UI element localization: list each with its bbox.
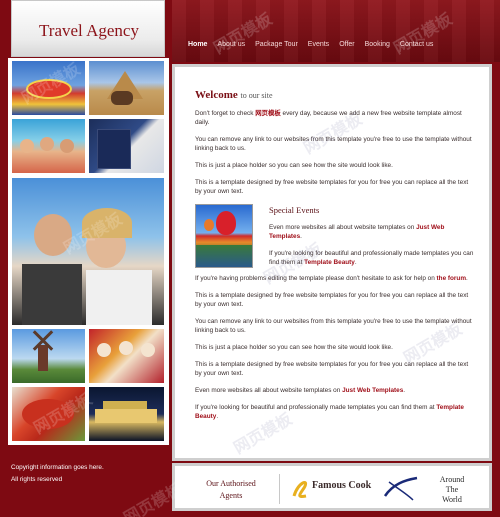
special-events-title: Special Events	[269, 205, 320, 215]
paragraph: This is just a place holder so you can s…	[195, 162, 393, 169]
around-the-world-label[interactable]: Around The World	[423, 475, 481, 505]
agents-title-line1: Our Authorised	[206, 479, 256, 488]
paragraph-text: .	[354, 259, 357, 266]
atw-line3: World	[442, 495, 462, 504]
rights-text: All rights reserved	[11, 476, 63, 483]
main-content-panel: Welcome to our site Don't forget to chec…	[172, 64, 492, 461]
photo-gallery	[8, 58, 169, 445]
paragraph: This is a template designed by free webs…	[195, 361, 469, 377]
welcome-heading: Welcome to our site	[195, 89, 475, 101]
egypt-camel-photo	[89, 61, 164, 115]
paragraph: Even more websites all about website tem…	[195, 386, 475, 395]
forum-link[interactable]: the forum	[437, 275, 466, 282]
paragraph: Don't forget to check 网页模板 every day, be…	[195, 109, 475, 127]
beach-friends-photo	[12, 119, 85, 173]
divider	[279, 474, 280, 504]
logo-box[interactable]: Travel Agency	[11, 0, 165, 57]
hot-air-balloon-photo	[195, 204, 253, 268]
paragraph-text: Even more websites all about website tem…	[269, 224, 417, 231]
paragraph: Even more websites all about website tem…	[269, 223, 475, 241]
left-column: Travel Agency Copyright information goes…	[0, 0, 172, 517]
windmill-photo	[12, 329, 85, 383]
nav-offer[interactable]: Offer	[339, 41, 354, 53]
paragraph-text: .	[300, 233, 302, 240]
dolls-photo	[89, 329, 164, 383]
atw-line2: The	[445, 485, 459, 494]
nav-events[interactable]: Events	[308, 41, 329, 53]
passport-photo	[89, 119, 164, 173]
paragraph: If you're having problems editing the te…	[195, 274, 475, 283]
footer: Copyright information goes here. All rig…	[11, 462, 104, 486]
las-vegas-photo	[12, 61, 85, 115]
paragraph: You can remove any link to our websites …	[195, 318, 472, 334]
around-the-world-logo-icon[interactable]	[383, 474, 419, 504]
paragraph-text: Even more websites all about website tem…	[195, 387, 343, 394]
atw-line1: Around	[439, 475, 465, 484]
paragraph-text: .	[216, 413, 219, 420]
paragraph-text: .	[403, 387, 406, 394]
nav-home[interactable]: Home	[188, 41, 207, 53]
couple-travel-photo	[12, 178, 164, 325]
agents-title: Our Authorised Agents	[201, 478, 261, 502]
paragraph: This is just a place holder so you can s…	[195, 344, 393, 351]
content-body: Welcome to our site Don't forget to chec…	[195, 89, 475, 429]
just-web-templates-link[interactable]: Just Web Templates	[342, 387, 403, 394]
template-beauty-link[interactable]: Template Beauty	[304, 259, 355, 266]
welcome-title-small: to our site	[240, 91, 273, 100]
paragraph-text: If you're having problems editing the te…	[195, 275, 437, 282]
agents-title-line2: Agents	[219, 491, 243, 500]
welcome-title-big: Welcome	[195, 89, 238, 101]
lobster-dish-photo	[12, 387, 85, 441]
nav-contact-us[interactable]: Contact us	[400, 41, 433, 53]
authorised-agents-bar: Our Authorised Agents Famous Cook Around…	[172, 463, 492, 511]
paragraph: If you're looking for beautiful and prof…	[269, 249, 475, 267]
paragraph-text: If you're looking for beautiful and prof…	[195, 404, 437, 411]
templates-link[interactable]: 网页模板	[255, 110, 281, 117]
site-logo-text[interactable]: Travel Agency	[12, 21, 166, 41]
copyright-text: Copyright information goes here.	[11, 464, 104, 471]
paragraph: This is a template designed by free webs…	[195, 292, 469, 308]
famous-cook-label[interactable]: Famous Cook	[312, 480, 371, 491]
nav-package-tour[interactable]: Package Tour	[255, 41, 298, 53]
nav-booking[interactable]: Booking	[365, 41, 390, 53]
paragraph-text: If you're looking for beautiful and prof…	[269, 250, 474, 266]
paragraph-text: .	[466, 275, 468, 282]
paragraph: This is a template designed by free webs…	[195, 179, 469, 195]
paragraph: If you're looking for beautiful and prof…	[195, 403, 475, 421]
paragraph: You can remove any link to our websites …	[195, 136, 472, 152]
cruise-ship-photo	[89, 387, 164, 441]
special-events-section: Special Events Even more websites all ab…	[195, 204, 475, 270]
main-navigation: Home About us Package Tour Events Offer …	[188, 41, 443, 53]
events-body: Special Events Even more websites all ab…	[269, 206, 475, 275]
nav-about-us[interactable]: About us	[217, 41, 245, 53]
paragraph-text: Don't forget to check	[195, 110, 256, 117]
